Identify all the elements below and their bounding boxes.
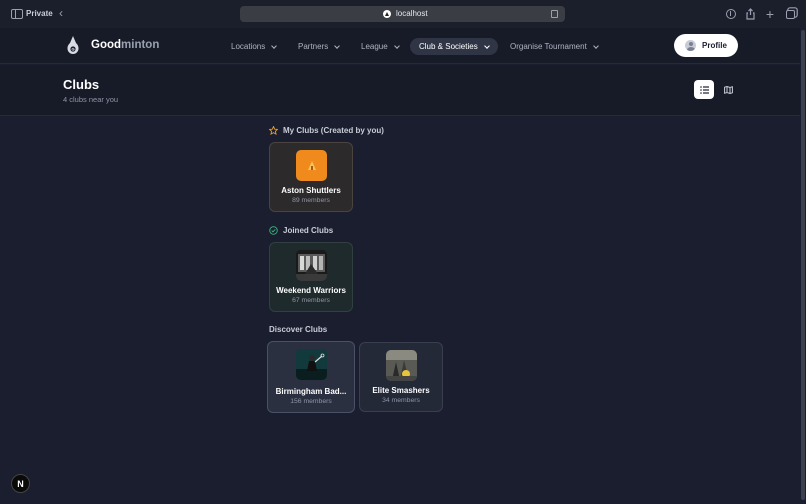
reader-mode-icon[interactable] <box>551 10 558 18</box>
nav-label: Partners <box>298 42 329 51</box>
site-favicon-icon <box>383 10 391 18</box>
chevron-down-icon <box>592 42 599 49</box>
club-card-aston-shuttlers[interactable]: Aston Shuttlers 89 members <box>269 142 353 212</box>
club-thumbnail <box>296 250 327 281</box>
club-name: Weekend Warriors <box>276 286 346 295</box>
page-title: Clubs <box>63 77 100 92</box>
nextjs-dev-badge[interactable]: N <box>11 474 30 493</box>
new-tab-icon[interactable]: + <box>763 6 777 22</box>
club-name: Elite Smashers <box>372 386 430 395</box>
list-icon <box>699 85 709 94</box>
nav-label: League <box>361 42 388 51</box>
brand-name[interactable]: Goodminton <box>91 39 159 51</box>
club-thumbnail <box>296 150 327 181</box>
url-text: localhost <box>396 9 428 18</box>
club-members-count: 67 members <box>292 297 330 304</box>
section-title: Discover Clubs <box>269 325 328 334</box>
section-title: Joined Clubs <box>283 226 334 235</box>
downloads-icon[interactable] <box>724 7 738 21</box>
club-thumbnail <box>296 349 327 380</box>
list-view-button[interactable] <box>694 80 714 99</box>
nav-organise-tournament[interactable]: Organise Tournament <box>501 38 607 55</box>
club-members-count: 156 members <box>290 398 332 405</box>
section-title: My Clubs (Created by you) <box>283 126 384 135</box>
chevron-down-icon <box>483 42 490 49</box>
svg-text:G: G <box>71 47 74 52</box>
section-joined-clubs-heading: Joined Clubs <box>269 226 333 235</box>
nav-label: Locations <box>231 42 266 51</box>
club-name: Aston Shuttlers <box>281 186 341 195</box>
check-circle-icon <box>269 226 278 235</box>
browser-toolbar: Private ‹ localhost + <box>0 0 806 28</box>
chevron-down-icon <box>334 42 341 49</box>
club-card-elite-smashers[interactable]: Elite Smashers 34 members <box>359 342 443 412</box>
tab-overview-icon[interactable] <box>783 7 797 21</box>
back-arrow-icon[interactable]: ‹ <box>59 7 63 19</box>
nav-label: Organise Tournament <box>510 42 587 51</box>
star-icon <box>269 126 278 135</box>
avatar-icon <box>685 40 696 51</box>
brand-name-part-a: Good <box>91 39 122 51</box>
section-discover-clubs-heading: Discover Clubs <box>269 325 327 334</box>
nav-label: Club & Societies <box>419 42 478 51</box>
club-name: Birmingham Bad... <box>275 387 347 396</box>
scrollbar-thumb[interactable] <box>801 30 805 500</box>
club-card-birmingham-badminton[interactable]: Birmingham Bad... 156 members <box>267 341 355 413</box>
section-my-clubs-heading: My Clubs (Created by you) <box>269 126 384 135</box>
map-view-button[interactable] <box>718 80 738 99</box>
goodminton-logo-icon[interactable]: G <box>66 36 80 56</box>
page-header: Clubs 4 clubs near you <box>0 65 800 116</box>
page-subtitle: 4 clubs near you <box>63 95 119 104</box>
chevron-down-icon <box>393 42 400 49</box>
nav-league[interactable]: League <box>352 38 408 55</box>
nav-club-societies[interactable]: Club & Societies <box>410 38 498 55</box>
private-label: Private <box>26 9 53 18</box>
chevron-down-icon <box>271 42 278 49</box>
profile-label: Profile <box>702 41 727 50</box>
address-bar[interactable]: localhost <box>240 6 565 22</box>
share-icon[interactable] <box>743 7 757 21</box>
brand-name-part-b: minton <box>121 39 160 51</box>
nav-partners[interactable]: Partners <box>289 38 348 55</box>
profile-button[interactable]: Profile <box>674 34 738 57</box>
club-card-weekend-warriors[interactable]: Weekend Warriors 67 members <box>269 242 353 312</box>
club-members-count: 89 members <box>292 197 330 204</box>
club-members-count: 34 members <box>382 397 420 404</box>
map-icon <box>723 85 733 94</box>
sidebar-toggle-icon[interactable] <box>11 9 23 19</box>
nav-locations[interactable]: Locations <box>222 38 285 55</box>
app-navbar: G Goodminton Locations Partners League C… <box>0 28 800 64</box>
club-thumbnail <box>386 350 417 381</box>
